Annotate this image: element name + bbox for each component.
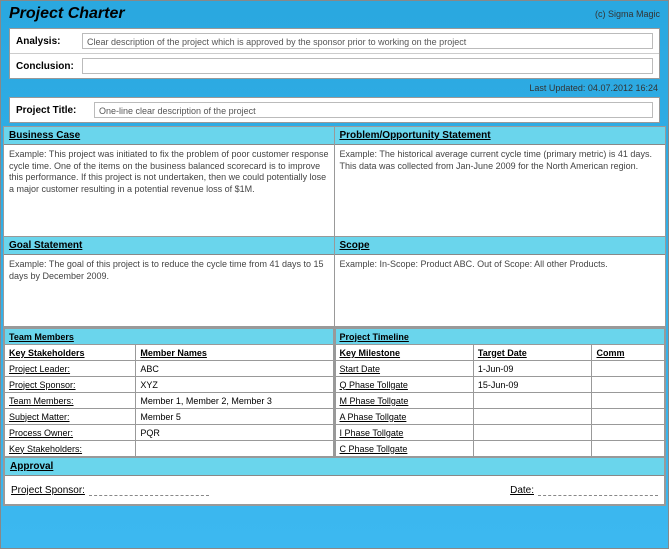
date-signature: Date: xyxy=(510,484,658,496)
timeline-col1: Key Milestone xyxy=(335,345,473,361)
milestone: A Phase Tollgate xyxy=(335,409,473,425)
table-row: A Phase Tollgate xyxy=(335,409,665,425)
analysis-label: Analysis: xyxy=(16,36,76,47)
goal-header: Goal Statement xyxy=(4,237,334,255)
table-row: M Phase Tollgate xyxy=(335,393,665,409)
comment[interactable] xyxy=(592,425,665,441)
business-case-header: Business Case xyxy=(4,127,334,145)
team-names[interactable] xyxy=(136,441,333,457)
team-role: Key Stakeholders: xyxy=(5,441,136,457)
table-row: Subject Matter:Member 5 xyxy=(5,409,334,425)
problem-body[interactable]: Example: The historical average current … xyxy=(335,145,666,236)
milestone: I Phase Tollgate xyxy=(335,425,473,441)
goal-body[interactable]: Example: The goal of this project is to … xyxy=(4,255,334,326)
table-row: I Phase Tollgate xyxy=(335,425,665,441)
scope-cell: Scope Example: In-Scope: Product ABC. Ou… xyxy=(335,237,666,327)
project-title-input[interactable]: One-line clear description of the projec… xyxy=(94,102,653,118)
target-date[interactable] xyxy=(473,393,592,409)
copyright-text: (c) Sigma Magic xyxy=(595,9,660,19)
timeline-header: Project Timeline xyxy=(335,329,665,345)
problem-header: Problem/Opportunity Statement xyxy=(335,127,666,145)
team-members-table: Team Members Key Stakeholders Member Nam… xyxy=(4,328,335,457)
milestone: M Phase Tollgate xyxy=(335,393,473,409)
business-case-cell: Business Case Example: This project was … xyxy=(4,127,335,237)
approval-section: Approval Project Sponsor: Date: xyxy=(4,457,665,505)
problem-cell: Problem/Opportunity Statement Example: T… xyxy=(335,127,666,237)
team-role: Subject Matter: xyxy=(5,409,136,425)
page-title: Project Charter xyxy=(9,5,125,23)
timeline-col3: Comm xyxy=(592,345,665,361)
milestone: Q Phase Tollgate xyxy=(335,377,473,393)
approval-header: Approval xyxy=(5,458,664,476)
milestone: Start Date xyxy=(335,361,473,377)
scope-header: Scope xyxy=(335,237,666,255)
comment[interactable] xyxy=(592,361,665,377)
bottom-tables: Team Members Key Stakeholders Member Nam… xyxy=(4,328,665,457)
target-date[interactable] xyxy=(473,425,592,441)
project-title-section: Project Title: One-line clear descriptio… xyxy=(9,97,660,123)
conclusion-label: Conclusion: xyxy=(16,61,76,72)
last-updated-text: Last Updated: 04.07.2012 16:24 xyxy=(3,82,666,94)
table-row: Key Stakeholders: xyxy=(5,441,334,457)
team-names[interactable]: PQR xyxy=(136,425,333,441)
team-col2: Member Names xyxy=(136,345,333,361)
sponsor-signature: Project Sponsor: xyxy=(11,484,209,496)
team-role: Process Owner: xyxy=(5,425,136,441)
project-title-label: Project Title: xyxy=(16,105,88,116)
content-area: Business Case Example: This project was … xyxy=(3,126,666,506)
team-names[interactable]: XYZ xyxy=(136,377,333,393)
table-row: Project Sponsor:XYZ xyxy=(5,377,334,393)
analysis-section: Analysis: Clear description of the proje… xyxy=(9,28,660,79)
analysis-input[interactable]: Clear description of the project which i… xyxy=(82,33,653,49)
table-row: Process Owner:PQR xyxy=(5,425,334,441)
table-row: Project Leader:ABC xyxy=(5,361,334,377)
comment[interactable] xyxy=(592,393,665,409)
team-names[interactable]: ABC xyxy=(136,361,333,377)
goal-cell: Goal Statement Example: The goal of this… xyxy=(4,237,335,327)
comment[interactable] xyxy=(592,409,665,425)
target-date[interactable]: 15-Jun-09 xyxy=(473,377,592,393)
milestone: C Phase Tollgate xyxy=(335,441,473,457)
target-date[interactable]: 1-Jun-09 xyxy=(473,361,592,377)
date-signature-line[interactable] xyxy=(538,484,658,496)
sponsor-signature-line[interactable] xyxy=(89,484,209,496)
team-role: Project Leader: xyxy=(5,361,136,377)
team-header: Team Members xyxy=(5,329,334,345)
table-row: Q Phase Tollgate15-Jun-09 xyxy=(335,377,665,393)
quadrant-grid: Business Case Example: This project was … xyxy=(4,127,665,328)
team-col1: Key Stakeholders xyxy=(5,345,136,361)
conclusion-input[interactable] xyxy=(82,58,653,74)
target-date[interactable] xyxy=(473,409,592,425)
timeline-table: Project Timeline Key Milestone Target Da… xyxy=(335,328,666,457)
title-bar: Project Charter (c) Sigma Magic xyxy=(3,3,666,25)
table-row: C Phase Tollgate xyxy=(335,441,665,457)
timeline-col2: Target Date xyxy=(473,345,592,361)
team-names[interactable]: Member 5 xyxy=(136,409,333,425)
table-row: Start Date1-Jun-09 xyxy=(335,361,665,377)
scope-body[interactable]: Example: In-Scope: Product ABC. Out of S… xyxy=(335,255,666,326)
date-label: Date: xyxy=(510,485,534,496)
comment[interactable] xyxy=(592,441,665,457)
table-row: Team Members:Member 1, Member 2, Member … xyxy=(5,393,334,409)
sponsor-label: Project Sponsor: xyxy=(11,485,85,496)
team-role: Team Members: xyxy=(5,393,136,409)
team-role: Project Sponsor: xyxy=(5,377,136,393)
comment[interactable] xyxy=(592,377,665,393)
target-date[interactable] xyxy=(473,441,592,457)
business-case-body[interactable]: Example: This project was initiated to f… xyxy=(4,145,334,236)
project-charter-form: Project Charter (c) Sigma Magic Analysis… xyxy=(0,0,669,549)
team-names[interactable]: Member 1, Member 2, Member 3 xyxy=(136,393,333,409)
